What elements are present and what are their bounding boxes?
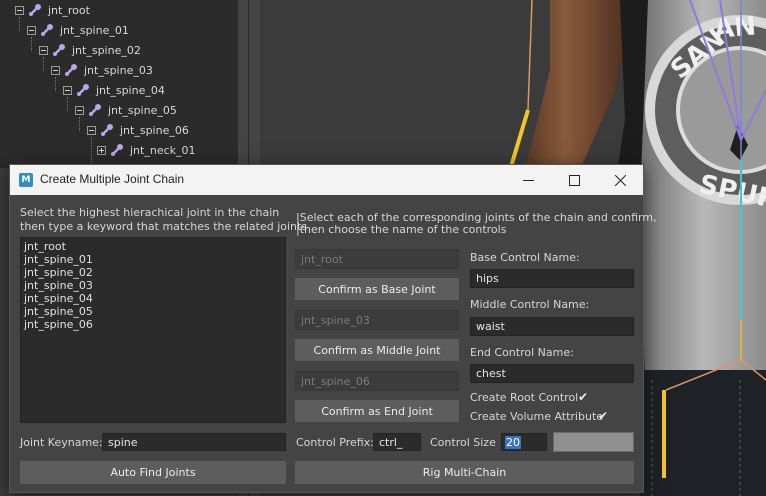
- left-instruction-line-2: then type a keyword that matches the rel…: [20, 220, 308, 233]
- dialog-title: Create Multiple Joint Chain: [40, 172, 185, 186]
- minimize-icon: [522, 179, 534, 181]
- outliner-item-label: jnt_spine_04: [96, 83, 165, 97]
- collapse-toggle-icon[interactable]: [63, 85, 72, 95]
- outliner-item-jnt-root[interactable]: jnt_root: [15, 0, 90, 20]
- outliner-item-jnt-neck-01[interactable]: jnt_neck_01: [97, 140, 196, 160]
- control-size-slider[interactable]: [553, 432, 634, 452]
- collapse-toggle-icon[interactable]: [15, 5, 24, 15]
- create-joint-chain-dialog: M Create Multiple Joint Chain Select the…: [9, 164, 657, 493]
- list-item[interactable]: jnt_root: [24, 240, 282, 253]
- outliner-item-label: jnt_spine_03: [84, 63, 153, 77]
- middle-joint-field: jnt_spine_03: [295, 310, 459, 330]
- joint-icon: [29, 4, 41, 16]
- maximize-icon: [568, 174, 580, 186]
- create-root-control-label: Create Root Control: [470, 391, 579, 404]
- right-instruction-line-2: |then choose the name of the controls: [296, 223, 507, 236]
- outliner-item-label: jnt_spine_06: [120, 123, 189, 137]
- outliner-item-jnt-spine-06[interactable]: jnt_spine_06: [87, 120, 189, 140]
- control-prefix-input[interactable]: ctrl_: [373, 433, 421, 451]
- joint-icon: [65, 64, 77, 76]
- close-button[interactable]: [597, 165, 643, 195]
- joint-icon: [101, 124, 113, 136]
- outliner-item-label: jnt_spine_02: [72, 43, 141, 57]
- control-size-value: 20: [505, 435, 521, 449]
- list-item[interactable]: jnt_spine_04: [24, 292, 282, 305]
- joint-list[interactable]: jnt_root jnt_spine_01 jnt_spine_02 jnt_s…: [20, 237, 286, 423]
- control-prefix-label: Control Prefix:: [296, 436, 374, 449]
- svg-text:AN: AN: [713, 11, 757, 45]
- outliner-item-jnt-spine-01[interactable]: jnt_spine_01: [27, 20, 129, 40]
- list-item[interactable]: jnt_spine_02: [24, 266, 282, 279]
- left-instruction-line-1: Select the highest hierachical joint in …: [20, 206, 280, 219]
- rig-multi-chain-button[interactable]: Rig Multi-Chain: [295, 461, 634, 484]
- base-control-label: Base Control Name:: [470, 251, 580, 264]
- outliner-panel: jnt_root jnt_spine_01 jnt_spine_02 jnt_s…: [0, 0, 238, 168]
- outliner-item-label: jnt_spine_05: [108, 103, 177, 117]
- close-icon: [614, 174, 626, 186]
- joint-icon: [41, 24, 53, 36]
- list-item[interactable]: jnt_spine_06: [24, 318, 282, 331]
- outliner-item-label: jnt_root: [48, 3, 90, 17]
- base-joint-field: jnt_root: [295, 249, 459, 269]
- outliner-item-jnt-spine-05[interactable]: jnt_spine_05: [75, 100, 177, 120]
- outliner-item-jnt-spine-03[interactable]: jnt_spine_03: [51, 60, 153, 80]
- create-volume-attribute-label: Create Volume Attribute: [470, 410, 604, 423]
- end-control-input[interactable]: chest: [470, 364, 634, 383]
- joint-icon: [111, 144, 123, 156]
- confirm-middle-joint-button[interactable]: Confirm as Middle Joint: [295, 339, 459, 361]
- list-item[interactable]: jnt_spine_01: [24, 253, 282, 266]
- collapse-toggle-icon[interactable]: [87, 125, 96, 135]
- list-item[interactable]: jnt_spine_03: [24, 279, 282, 292]
- joint-icon: [89, 104, 101, 116]
- middle-control-label: Middle Control Name:: [470, 298, 590, 311]
- outliner-item-jnt-spine-02[interactable]: jnt_spine_02: [39, 40, 141, 60]
- control-size-label: Control Size: [430, 436, 496, 449]
- joint-icon: [53, 44, 65, 56]
- keyname-input[interactable]: spine: [102, 433, 286, 451]
- base-control-input[interactable]: hips: [470, 269, 634, 288]
- confirm-end-joint-button[interactable]: Confirm as End Joint: [295, 400, 459, 422]
- middle-control-input[interactable]: waist: [470, 317, 634, 336]
- confirm-base-joint-button[interactable]: Confirm as Base Joint: [295, 278, 459, 300]
- collapse-toggle-icon[interactable]: [39, 45, 48, 55]
- expand-toggle-icon[interactable]: [97, 145, 106, 155]
- minimize-button[interactable]: [505, 165, 551, 195]
- maya-app-icon: M: [19, 173, 33, 187]
- end-joint-field: jnt_spine_06: [295, 371, 459, 391]
- outliner-item-label: jnt_neck_01: [130, 143, 196, 157]
- outliner-item-jnt-spine-04[interactable]: jnt_spine_04: [63, 80, 165, 100]
- collapse-toggle-icon[interactable]: [27, 25, 36, 35]
- auto-find-joints-button[interactable]: Auto Find Joints: [20, 461, 286, 484]
- joint-icon: [77, 84, 89, 96]
- create-volume-attribute-checkbox[interactable]: ✔: [598, 410, 610, 422]
- end-control-label: End Control Name:: [470, 346, 574, 359]
- control-size-input[interactable]: 20: [501, 433, 547, 451]
- maximize-button[interactable]: [551, 165, 597, 195]
- collapse-toggle-icon[interactable]: [75, 105, 84, 115]
- keyname-label: Joint Keyname:: [20, 436, 103, 449]
- outliner-item-label: jnt_spine_01: [60, 23, 129, 37]
- list-item[interactable]: jnt_spine_05: [24, 305, 282, 318]
- collapse-toggle-icon[interactable]: [51, 65, 60, 75]
- dialog-titlebar[interactable]: M Create Multiple Joint Chain: [10, 165, 643, 195]
- create-root-control-checkbox[interactable]: ✔: [578, 391, 590, 403]
